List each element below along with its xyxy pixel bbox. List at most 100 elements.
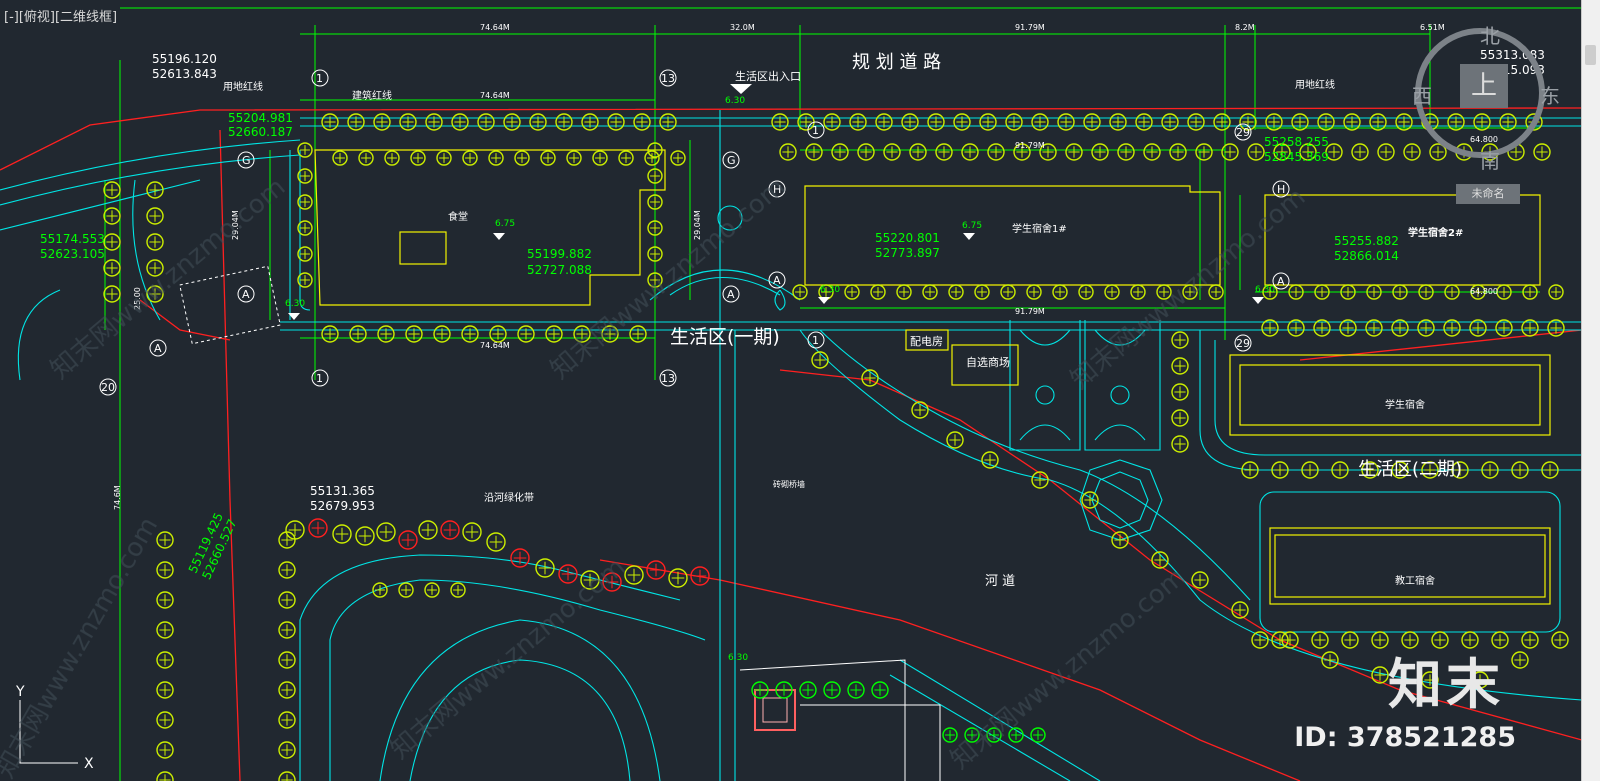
tree-symbol [1511,461,1529,479]
tree-symbol [424,582,440,598]
tree-symbol [1083,113,1101,131]
tree-symbol [103,207,121,225]
tree-symbol [1521,319,1539,337]
watermark-logo: 知末 [1388,653,1504,716]
drawing-viewport[interactable]: [-][俯视][二维线框] 规 划 道 路 生活区出入口 生活区(一期) 生活区… [0,0,1582,781]
viewcube-north[interactable]: 北 [1480,20,1500,49]
scrollbar-thumb[interactable] [1585,45,1596,65]
cad-site-plan[interactable]: 规 划 道 路 生活区出入口 生活区(一期) 生活区(二期) 河 道 食堂 学生… [0,0,1582,781]
tree-symbol [372,582,388,598]
svg-text:20: 20 [101,381,115,394]
tree-symbol [297,142,313,158]
tree-symbol [278,591,296,609]
tree-symbol [1443,319,1461,337]
tree-symbol [450,582,466,598]
tree-symbol [1391,319,1409,337]
tree-symbol [875,113,893,131]
tree-symbol [451,113,469,131]
svg-text:13: 13 [661,372,675,385]
viewport-controls-label[interactable]: [-][俯视][二维线框] [4,6,117,25]
tree-symbol [901,113,919,131]
tree-symbol [1104,284,1120,300]
tree-symbol [146,181,164,199]
tree-symbol [909,143,927,161]
tree-symbol [1444,284,1460,300]
tree-symbol [510,548,530,568]
svg-text:74.64M: 74.64M [480,91,510,100]
tree-symbol [373,113,391,131]
tree-symbol [1161,113,1179,131]
tree-symbol [1371,666,1389,684]
tree-symbol [156,741,174,759]
svg-text:6.30: 6.30 [725,96,745,106]
tree-symbol [1301,461,1319,479]
tree-symbol [849,113,867,131]
tree-symbol [647,142,663,158]
tree-symbol [1522,284,1538,300]
tree-symbol [156,711,174,729]
drawing-text: 规 划 道 路 生活区出入口 生活区(一期) 生活区(二期) 河 道 食堂 学生… [223,52,1463,589]
tree-symbol [1171,409,1189,427]
diagonal-watermarks: 知末网www.znzmo.com 知末网www.znzmo.com 知末网www… [0,172,1311,781]
road-title: 规 划 道 路 [852,52,941,73]
wcs-menu[interactable]: 未命名 [1456,184,1520,204]
store-label: 自选商场 [966,355,1010,369]
tree-symbol [670,150,686,166]
tree-symbol [831,143,849,161]
tree-symbol [103,233,121,251]
coord-7: 55255.88252866.014 [1334,234,1399,263]
river-label: 河 道 [985,574,1015,589]
tree-symbol [1271,461,1289,479]
viewcube-top-face[interactable]: 上 [1460,64,1508,108]
svg-text:1: 1 [316,72,323,85]
tree-symbol [1213,113,1231,131]
tree-symbol [355,526,375,546]
green-belt-label: 沿河绿化带 [484,491,534,504]
tree-symbol [398,582,414,598]
tree-symbol [146,207,164,225]
tree-symbol [410,150,426,166]
tree-symbol [751,681,769,699]
tree-symbol [927,113,945,131]
tree-symbol [297,220,313,236]
vertical-scrollbar[interactable] [1581,0,1600,781]
tree-symbol [433,325,451,343]
tree-symbol [321,325,339,343]
tree-symbol [146,233,164,251]
viewcube-south[interactable]: 南 [1480,145,1500,174]
tree-symbol [1321,651,1339,669]
tree-symbol [278,621,296,639]
tree-symbol [278,651,296,669]
svg-text:1: 1 [812,124,819,137]
tree-symbol [297,194,313,210]
tree-symbol [461,325,479,343]
tree-symbol [1091,143,1109,161]
svg-text:52845.369: 52845.369 [1264,150,1329,164]
dashed-plot [179,265,281,345]
tree-symbol [581,113,599,131]
wall-label: 砖砌桥墙 [773,479,805,489]
tree-symbol [1551,631,1569,649]
tree-symbol [844,284,860,300]
svg-text:55258.255: 55258.255 [1264,135,1329,149]
staff-dorm-label: 教工宿舍 [1395,574,1435,587]
tree-symbol [399,113,417,131]
tree-symbol [974,284,990,300]
tree-symbol [103,259,121,277]
tree-symbol [398,530,418,550]
tree-symbol [1495,319,1513,337]
tree-symbol [618,150,634,166]
canteen-label: 食堂 [448,210,468,223]
tree-symbol [633,113,651,131]
tree-symbol [1221,143,1239,161]
tree-symbol [297,272,313,288]
tree-symbol [1117,143,1135,161]
tree-symbol [285,520,305,540]
viewcube-west[interactable]: 西 [1412,80,1432,109]
tree-symbol [347,113,365,131]
svg-text:74.6M: 74.6M [113,485,122,510]
tree-symbol [278,711,296,729]
viewcube-east[interactable]: 东 [1540,80,1560,109]
svg-text:知末网www.znzmo.com: 知末网www.znzmo.com [45,172,291,385]
tree-symbol [942,727,958,743]
